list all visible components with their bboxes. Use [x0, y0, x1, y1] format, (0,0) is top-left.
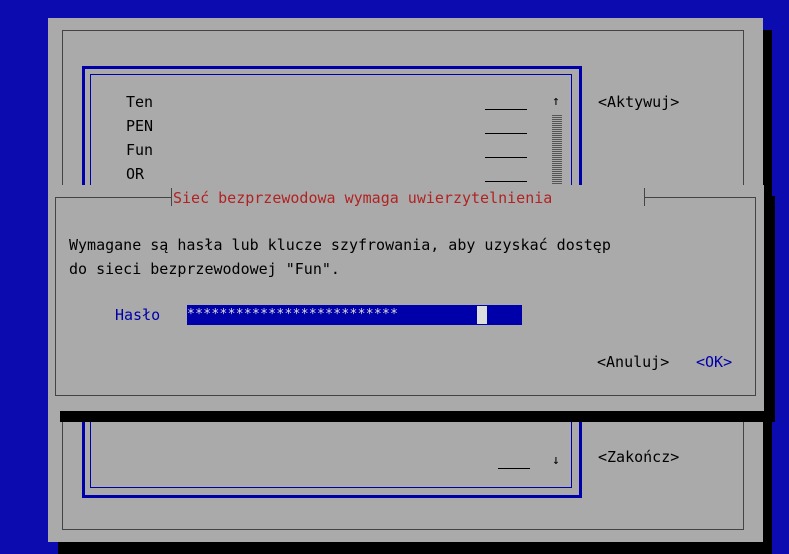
- list-item[interactable]: OR: [126, 165, 144, 183]
- dialog-message-line1: Wymagane są hasła lub klucze szyfrowania…: [69, 236, 611, 254]
- list-item[interactable]: PEN: [126, 117, 153, 135]
- quit-button[interactable]: <Zakończ>: [598, 448, 679, 466]
- scroll-up-arrow-icon[interactable]: ↑: [552, 93, 560, 111]
- dialog-title: Sieć bezprzewodowa wymaga uwierzytelnien…: [173, 189, 553, 207]
- password-label: Hasło: [115, 306, 161, 324]
- ok-button[interactable]: <OK>: [696, 353, 732, 371]
- auth-dialog: Sieć bezprzewodowa wymaga uwierzytelnien…: [48, 185, 764, 411]
- list-item[interactable]: Ten: [126, 93, 153, 111]
- scrollbar-track[interactable]: [552, 114, 562, 184]
- cancel-button[interactable]: <Anuluj>: [597, 353, 669, 371]
- text-cursor: [477, 306, 487, 324]
- scroll-down-arrow-icon[interactable]: ↓: [552, 452, 560, 470]
- password-input[interactable]: **************************: [187, 305, 522, 325]
- list-item[interactable]: Fun: [126, 141, 153, 159]
- password-value: **************************: [187, 307, 399, 322]
- activate-button[interactable]: <Aktywuj>: [598, 93, 679, 111]
- dialog-message-line2: do sieci bezprzewodowej "Fun".: [69, 260, 340, 278]
